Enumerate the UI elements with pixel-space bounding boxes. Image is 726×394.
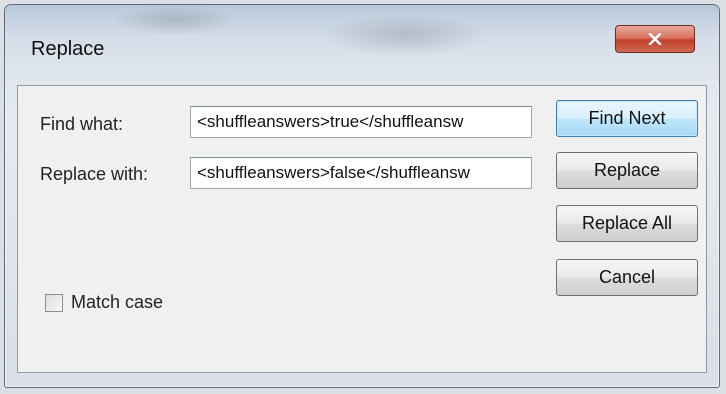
find-what-label: Find what: bbox=[40, 114, 124, 134]
replace-button[interactable]: Replace bbox=[556, 152, 698, 189]
match-case-checkbox[interactable] bbox=[45, 294, 63, 312]
close-button[interactable] bbox=[615, 25, 695, 53]
find-next-button[interactable]: Find Next bbox=[556, 100, 698, 137]
dialog-title: Replace bbox=[31, 38, 105, 60]
close-icon bbox=[648, 33, 662, 45]
replace-with-input[interactable]: <shuffleanswers>false</shuffleansw bbox=[190, 157, 532, 189]
dialog-body: Find what: <shuffleanswers>true</shuffle… bbox=[17, 85, 707, 373]
replace-all-button[interactable]: Replace All bbox=[556, 205, 698, 242]
replace-dialog: Replace Find what: <shuffleanswers>true<… bbox=[4, 4, 720, 388]
match-case-label[interactable]: Match case bbox=[71, 292, 163, 313]
cancel-button[interactable]: Cancel bbox=[556, 259, 698, 296]
title-bar[interactable]: Replace bbox=[5, 5, 719, 85]
replace-with-label: Replace with: bbox=[40, 164, 149, 184]
find-what-input[interactable]: <shuffleanswers>true</shuffleansw bbox=[190, 106, 532, 138]
